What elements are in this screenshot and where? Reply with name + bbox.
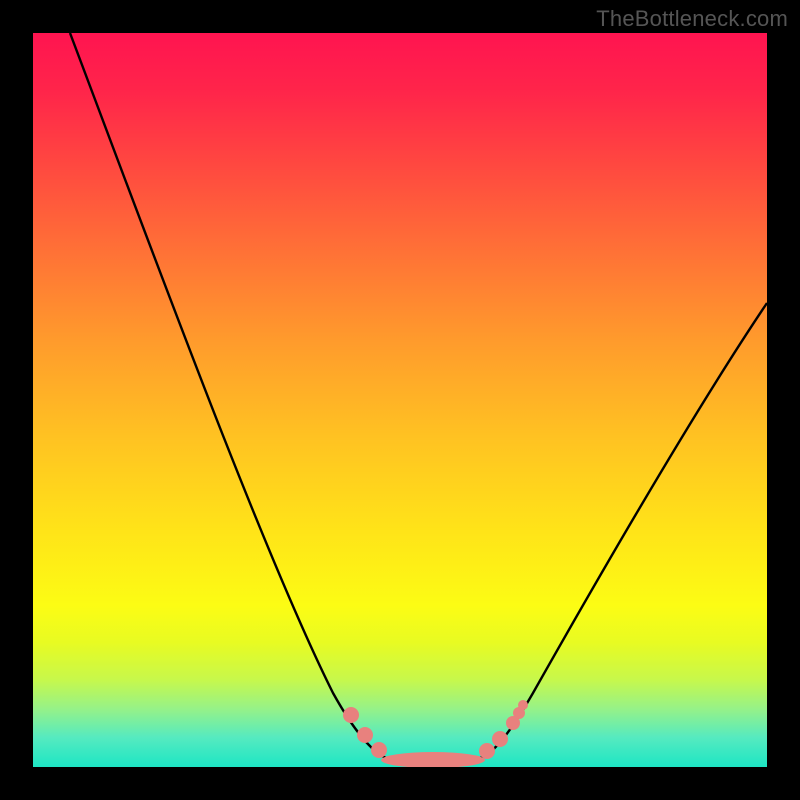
marker-dot — [343, 707, 359, 723]
watermark-text: TheBottleneck.com — [596, 6, 788, 32]
chart-svg — [33, 33, 767, 767]
marker-dot — [479, 743, 495, 759]
marker-bar — [381, 752, 485, 767]
marker-dot — [371, 742, 387, 758]
marker-dot — [492, 731, 508, 747]
plot-area — [33, 33, 767, 767]
marker-group — [343, 700, 528, 767]
bottleneck-curve — [70, 33, 767, 760]
marker-dot — [357, 727, 373, 743]
outer-frame: TheBottleneck.com — [0, 0, 800, 800]
marker-dot — [518, 700, 528, 710]
